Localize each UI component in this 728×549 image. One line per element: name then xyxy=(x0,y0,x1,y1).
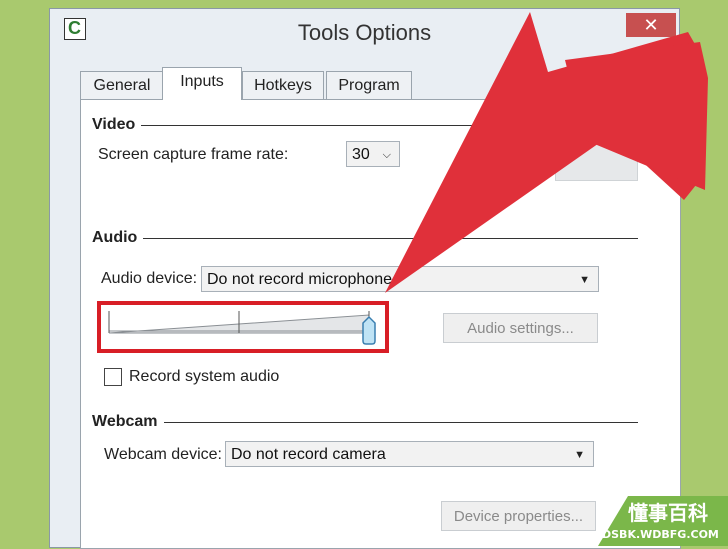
webcam-device-select[interactable]: Do not record camera ▼ xyxy=(225,441,594,467)
webcam-heading: Webcam xyxy=(92,413,164,431)
tab-hotkeys[interactable]: Hotkeys xyxy=(242,71,324,100)
device-properties-button[interactable]: Device properties... xyxy=(441,501,596,531)
webcam-device-value: Do not record camera xyxy=(231,446,386,463)
tab-general[interactable]: General xyxy=(80,71,164,100)
chevron-down-icon: ⌵ xyxy=(382,149,391,161)
webcam-group-divider xyxy=(92,422,638,423)
title-bar[interactable]: C Tools Options ✕ xyxy=(50,9,679,55)
audio-settings-button[interactable]: Audio settings... xyxy=(443,313,598,343)
audio-device-select[interactable]: Do not record microphone ▼ xyxy=(201,266,599,292)
chevron-down-icon: ▼ xyxy=(574,449,585,461)
tab-inputs[interactable]: Inputs xyxy=(162,67,242,100)
audio-group-divider xyxy=(92,238,638,239)
window-title: Tools Options xyxy=(297,20,432,45)
svg-text:DSBK.WDBFG.COM: DSBK.WDBFG.COM xyxy=(602,528,719,541)
tab-program[interactable]: Program xyxy=(326,71,412,100)
frame-rate-select[interactable]: 30 ⌵ xyxy=(346,141,400,167)
preview-box xyxy=(555,131,638,181)
frame-rate-value: 30 xyxy=(352,146,370,163)
svg-text:懂事百科: 懂事百科 xyxy=(628,501,708,525)
close-button[interactable]: ✕ xyxy=(626,13,676,37)
record-system-audio-label: Record system audio xyxy=(129,368,280,385)
webcam-device-label: Webcam device: xyxy=(104,446,222,463)
volume-highlight-box xyxy=(97,301,389,353)
audio-device-value: Do not record microphone xyxy=(207,271,392,288)
video-heading: Video xyxy=(92,116,142,134)
record-system-audio-checkbox[interactable] xyxy=(104,368,122,386)
watermark-logo: 懂事百科 DSBK.WDBFG.COM xyxy=(598,496,728,546)
frame-rate-label: Screen capture frame rate: xyxy=(98,146,289,163)
audio-device-label: Audio device: xyxy=(101,270,198,287)
video-group-divider xyxy=(92,125,562,126)
chevron-down-icon: ▼ xyxy=(579,274,590,286)
audio-heading: Audio xyxy=(92,229,144,247)
